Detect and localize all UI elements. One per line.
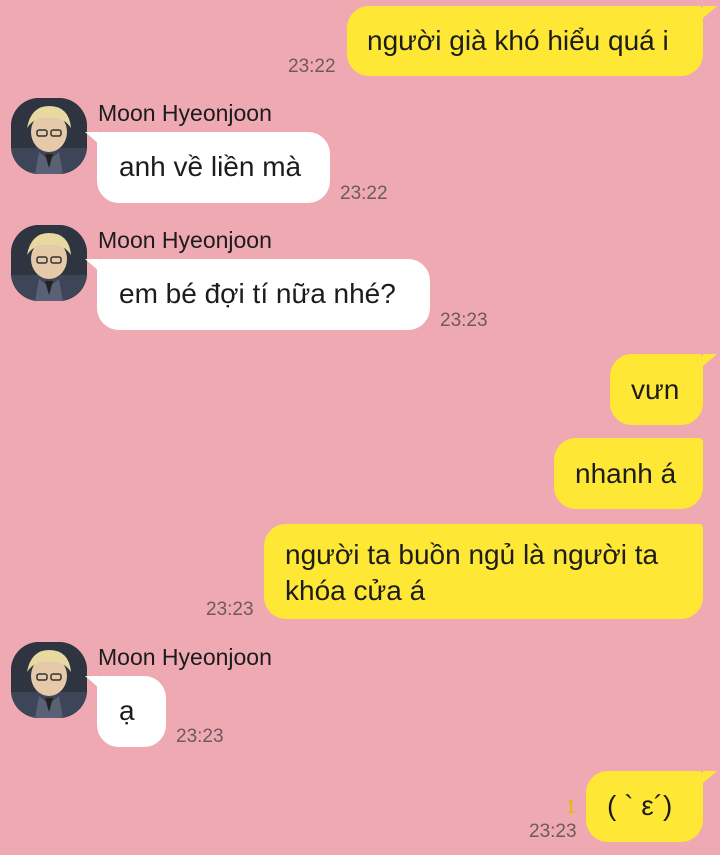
message-bubble-incoming[interactable]: anh về liền mà	[97, 132, 330, 203]
bubble-tail	[703, 6, 717, 18]
message-text: nhanh á	[575, 458, 677, 489]
message-timestamp: 23:22	[288, 56, 336, 77]
message-bubble-outgoing[interactable]: vưn	[610, 354, 703, 425]
avatar-photo-icon	[11, 225, 87, 301]
message-timestamp: 23:22	[340, 183, 388, 204]
unread-count: 1	[566, 797, 577, 817]
message-text: ạ	[119, 695, 135, 726]
sender-name: Moon Hyeonjoon	[98, 644, 272, 670]
bubble-tail	[703, 771, 717, 783]
bubble-tail	[85, 132, 99, 144]
bubble-tail	[85, 676, 99, 688]
message-bubble-outgoing[interactable]: ( ` ε´)	[586, 771, 703, 842]
message-text: em bé đợi tí nữa nhé?	[119, 278, 396, 309]
message-timestamp: 23:23	[440, 310, 488, 331]
sender-name: Moon Hyeonjoon	[98, 100, 272, 126]
sender-name: Moon Hyeonjoon	[98, 227, 272, 253]
message-text-line: khóa cửa á	[285, 575, 426, 606]
bubble-tail	[85, 259, 99, 271]
message-text: người già khó hiểu quá i	[367, 25, 669, 56]
bubble-tail	[703, 354, 717, 366]
avatar[interactable]	[11, 98, 87, 174]
message-text-line: người ta buồn ngủ là người ta	[285, 539, 659, 570]
message-timestamp: 23:23	[176, 726, 224, 747]
message-bubble-outgoing[interactable]: người ta buồn ngủ là người ta khóa cửa á	[264, 524, 703, 619]
message-timestamp: 23:23	[529, 821, 577, 842]
message-bubble-incoming[interactable]: ạ	[97, 676, 166, 747]
avatar[interactable]	[11, 225, 87, 301]
message-bubble-outgoing[interactable]: nhanh á	[554, 438, 703, 509]
message-bubble-outgoing[interactable]: người già khó hiểu quá i	[347, 6, 703, 76]
avatar[interactable]	[11, 642, 87, 718]
avatar-photo-icon	[11, 98, 87, 174]
avatar-photo-icon	[11, 642, 87, 718]
message-text: anh về liền mà	[119, 151, 302, 182]
message-text: ( ` ε´)	[607, 790, 673, 821]
message-bubble-incoming[interactable]: em bé đợi tí nữa nhé?	[97, 259, 430, 330]
message-timestamp: 23:23	[206, 599, 254, 620]
message-text: vưn	[631, 374, 680, 405]
